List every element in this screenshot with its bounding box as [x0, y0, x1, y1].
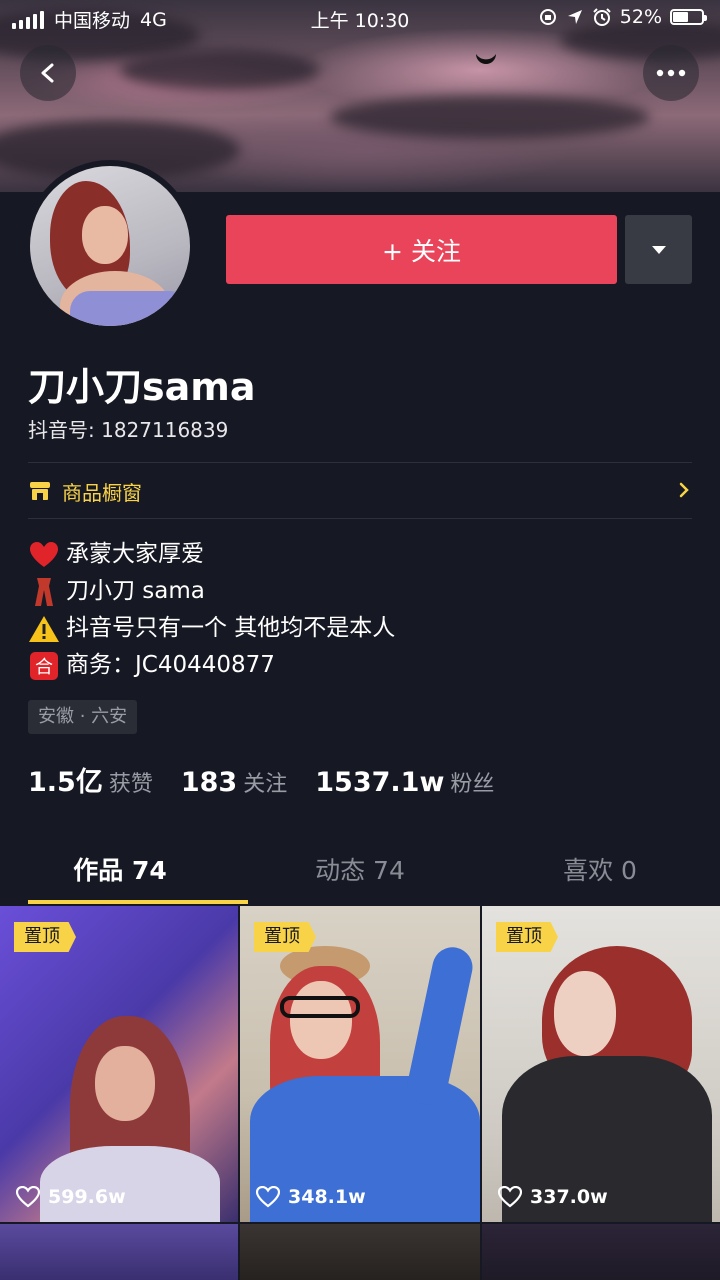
follow-dropdown-button[interactable]	[625, 215, 692, 284]
douyin-id: 抖音号: 1827116839	[28, 418, 229, 442]
video-thumbnail[interactable]	[482, 1224, 720, 1280]
heart-outline-icon	[16, 1186, 40, 1208]
video-thumbnail[interactable]: 置顶 348.1w	[240, 906, 480, 1222]
content-tabs: 作品 74 动态 74 喜欢 0	[0, 840, 720, 906]
shop-window-label: 商品橱窗	[62, 480, 142, 505]
bio-text: 承蒙大家厚爱	[66, 541, 204, 567]
follow-button-label: + 关注	[382, 236, 461, 266]
pinned-badge: 置顶	[496, 922, 558, 952]
svg-text:合: 合	[35, 657, 53, 678]
battery-percent: 52%	[619, 6, 662, 28]
divider	[28, 462, 692, 463]
bio-text: 抖音号只有一个 其他均不是本人	[66, 615, 396, 641]
video-likes: 337.0w	[498, 1186, 608, 1208]
caret-down-icon	[651, 245, 666, 254]
video-thumbnail[interactable]: 置顶 337.0w	[482, 906, 720, 1222]
followers-label: 粉丝	[450, 772, 495, 797]
video-grid: 置顶 599.6w 置顶 348.1w 置顶 337.0w	[0, 906, 720, 1280]
orientation-lock-icon	[539, 9, 556, 25]
following-label: 关注	[243, 772, 288, 797]
tab-dynamics[interactable]: 动态 74	[240, 840, 480, 906]
bio-text: 刀小刀 sama	[66, 578, 205, 604]
video-likes: 348.1w	[256, 1186, 366, 1208]
profile-stats: 1.5亿 获赞 183 关注 1537.1w 粉丝	[28, 760, 494, 799]
bio-text: 商务：JC40440877	[66, 652, 275, 678]
status-bar: 中国移动 4G 上午 10:30 52%	[0, 0, 720, 36]
following-stat[interactable]: 183 关注	[181, 766, 287, 798]
shop-window-row[interactable]: 商品橱窗	[28, 464, 692, 518]
video-likes-count: 348.1w	[288, 1186, 366, 1208]
avatar[interactable]	[24, 160, 196, 332]
bio: 承蒙大家厚爱 刀小刀 sama 抖音号只有一个 其他均不是本人 合 商务：JC4…	[28, 536, 395, 684]
pinned-badge: 置顶	[254, 922, 316, 952]
likes-count: 1.5亿	[28, 767, 103, 798]
moon-icon	[476, 54, 496, 64]
more-options-button[interactable]	[643, 45, 699, 101]
pinned-badge: 置顶	[14, 922, 76, 952]
negotiate-emoji-icon: 合	[28, 650, 60, 682]
video-likes-count: 337.0w	[530, 1186, 608, 1208]
avatar-photo	[30, 166, 190, 326]
scarf-emoji-icon	[28, 576, 60, 608]
video-likes: 599.6w	[16, 1186, 126, 1208]
heart-emoji-icon	[28, 539, 60, 571]
profile-name: 刀小刀sama	[28, 365, 256, 409]
tab-likes[interactable]: 喜欢 0	[480, 840, 720, 906]
warning-emoji-icon	[28, 613, 60, 645]
battery-icon	[670, 9, 707, 25]
video-thumbnail[interactable]	[0, 1224, 238, 1280]
more-dots-icon	[656, 69, 686, 77]
heart-outline-icon	[256, 1186, 280, 1208]
bio-line: 承蒙大家厚爱	[28, 536, 395, 573]
followers-count: 1537.1w	[315, 767, 445, 798]
back-button[interactable]	[20, 45, 76, 101]
bio-line: 抖音号只有一个 其他均不是本人	[28, 610, 395, 647]
location-icon	[567, 10, 582, 24]
chevron-right-icon	[679, 482, 689, 498]
back-arrow-icon	[41, 63, 54, 83]
alarm-icon	[593, 8, 611, 26]
bio-line: 合 商务：JC40440877	[28, 647, 395, 684]
bio-line: 刀小刀 sama	[28, 573, 395, 610]
video-thumbnail[interactable]: 置顶 599.6w	[0, 906, 238, 1222]
shop-icon	[30, 482, 50, 500]
likes-label: 获赞	[108, 772, 153, 797]
video-thumbnail[interactable]	[240, 1224, 480, 1280]
location-tag: 安徽 · 六安	[28, 700, 138, 734]
likes-stat: 1.5亿 获赞	[28, 760, 153, 799]
divider	[28, 518, 692, 519]
follow-button[interactable]: + 关注	[226, 215, 617, 284]
following-count: 183	[180, 767, 238, 798]
heart-outline-icon	[498, 1186, 522, 1208]
tab-works[interactable]: 作品 74	[0, 840, 248, 906]
video-likes-count: 599.6w	[48, 1186, 126, 1208]
followers-stat[interactable]: 1537.1w 粉丝	[315, 766, 494, 798]
